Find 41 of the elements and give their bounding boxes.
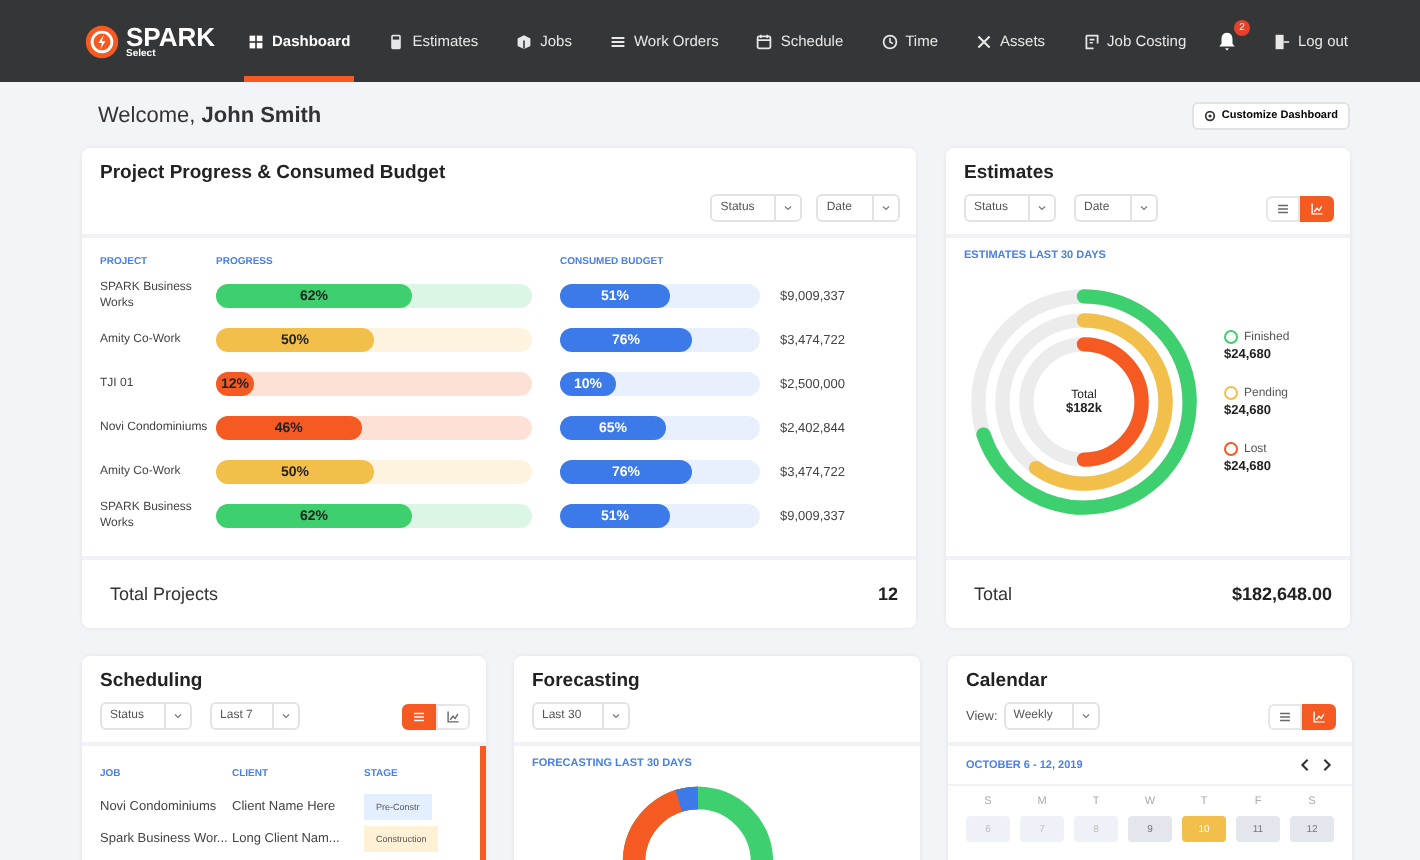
list-icon bbox=[1278, 709, 1292, 723]
caret-icon bbox=[172, 710, 185, 722]
brand-name: SPARK bbox=[126, 23, 216, 49]
chart-view-button[interactable] bbox=[1302, 703, 1336, 729]
caret-icon bbox=[1080, 710, 1093, 722]
list-icon bbox=[412, 709, 426, 723]
line-chart-icon bbox=[1312, 709, 1326, 723]
document-icon bbox=[1083, 33, 1100, 49]
card-title: Scheduling bbox=[100, 670, 205, 692]
card-title: Forecasting bbox=[532, 670, 642, 692]
caret-icon bbox=[609, 710, 622, 722]
calculator-icon bbox=[388, 33, 405, 49]
cross-tools-icon bbox=[976, 33, 993, 49]
caret-icon bbox=[880, 202, 892, 214]
total-value: $182,648.00 bbox=[1231, 584, 1332, 604]
notification-bell-icon[interactable] bbox=[1215, 30, 1238, 52]
caret-icon bbox=[782, 202, 795, 214]
line-chart-icon bbox=[1310, 201, 1324, 215]
chart-view-button[interactable] bbox=[1300, 195, 1334, 221]
card-title: Calendar bbox=[966, 670, 1050, 692]
total-label: Total bbox=[974, 584, 1013, 604]
settings-icon bbox=[1203, 109, 1216, 121]
list-icon bbox=[1276, 201, 1290, 215]
cube-icon bbox=[516, 33, 533, 49]
calendar-icon bbox=[756, 33, 773, 49]
card-title: Project Progress & Consumed Budget bbox=[100, 162, 448, 184]
total-label: Total Projects bbox=[110, 584, 219, 604]
welcome-message: Welcome, John Smith bbox=[98, 103, 322, 127]
scrollbar-thumb[interactable] bbox=[480, 746, 486, 860]
logo-icon bbox=[84, 23, 120, 59]
caret-icon bbox=[280, 710, 293, 722]
clock-icon bbox=[881, 33, 898, 49]
list-icon bbox=[609, 33, 626, 49]
caret-icon bbox=[1137, 202, 1150, 214]
line-chart-icon bbox=[446, 709, 460, 723]
total-value: 12 bbox=[877, 584, 898, 604]
card-title: Estimates bbox=[964, 162, 1056, 184]
caret-icon bbox=[1036, 202, 1049, 214]
door-icon bbox=[1273, 33, 1290, 49]
list-view-button[interactable] bbox=[402, 703, 436, 729]
grid-icon bbox=[248, 33, 264, 49]
